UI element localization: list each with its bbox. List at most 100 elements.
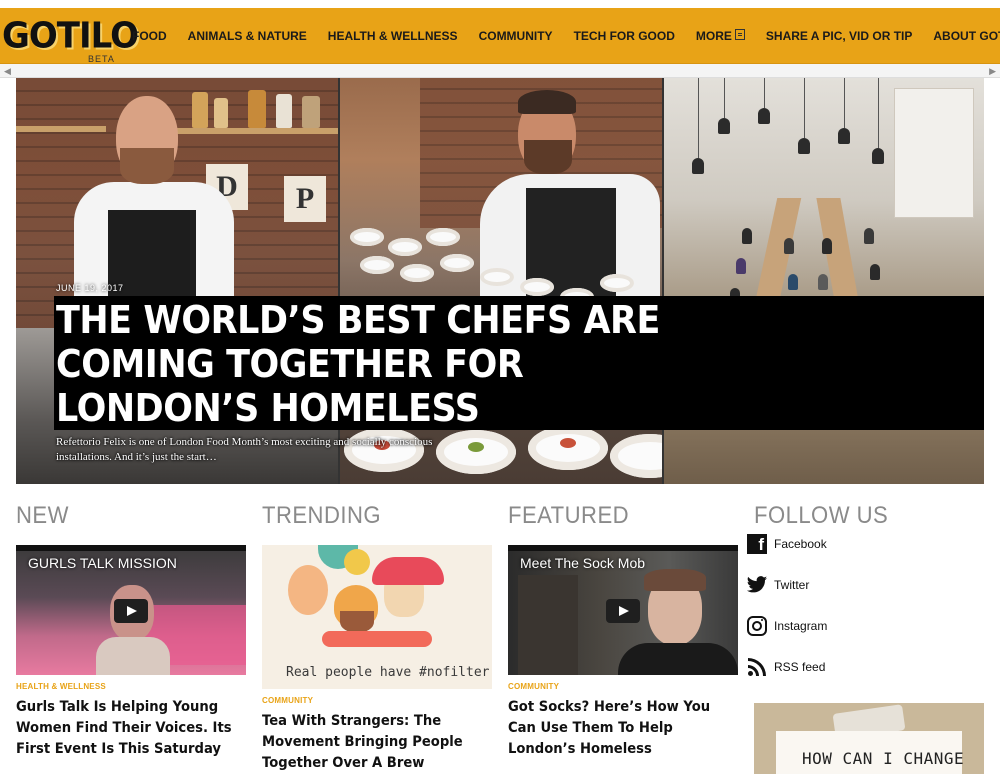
category-label[interactable]: COMMUNITY: [262, 696, 313, 705]
nav-item-about[interactable]: ABOUT GOTILO: [933, 29, 1000, 43]
jar: [302, 96, 320, 128]
hero-description: Refettorio Felix is one of London Food M…: [56, 436, 433, 463]
illustration-shape: [344, 549, 370, 575]
diner: [736, 258, 746, 274]
plate: [426, 228, 460, 246]
category-label[interactable]: COMMUNITY: [508, 682, 559, 691]
instagram-icon: [746, 615, 768, 637]
pendant-lamp: [798, 138, 810, 154]
article-headline[interactable]: Tea With Strangers: The Movement Bringin…: [262, 711, 480, 774]
lamp-cord: [764, 78, 765, 108]
plate: [600, 274, 634, 292]
plate: [480, 268, 514, 286]
video-top-bar: [508, 545, 738, 551]
illustration-beard: [340, 611, 374, 633]
twitter-icon: [746, 574, 768, 596]
letter-card: P: [284, 176, 326, 222]
plate: [528, 426, 608, 470]
pendant-lamp: [758, 108, 770, 124]
hero-title[interactable]: THE WORLD’S BEST CHEFS ARE COMING TOGETH…: [56, 298, 700, 430]
jar: [192, 92, 208, 128]
person-hair: [644, 569, 706, 591]
diner: [870, 264, 880, 280]
diner: [818, 274, 828, 290]
pendant-lamp: [872, 148, 884, 164]
person-jacket: [618, 643, 738, 675]
section-heading-trending: TRENDING: [262, 502, 381, 529]
facebook-icon: f: [746, 533, 768, 555]
plate: [520, 278, 554, 296]
follow-rss-link[interactable]: RSS feed: [746, 656, 825, 678]
follow-label: Instagram: [774, 619, 828, 633]
nav-item-community[interactable]: COMMUNITY: [479, 29, 553, 43]
nav-item-health-wellness[interactable]: HEALTH & WELLNESS: [328, 29, 458, 43]
hero-feature[interactable]: D P JUNE 19, 2017 THE WORLD’S BEST CHEFS…: [16, 78, 984, 484]
diner: [784, 238, 794, 254]
illustration-hat: [372, 557, 444, 585]
lamp-cord: [878, 78, 879, 148]
scroll-left-icon[interactable]: ◀: [4, 66, 11, 77]
plate: [350, 228, 384, 246]
logo-beta-label: BETA: [88, 54, 115, 64]
lamp-cord: [698, 78, 699, 158]
jar: [248, 90, 266, 128]
person-shoulders: [96, 637, 170, 675]
video-top-bar: [16, 545, 246, 551]
primary-nav: FOOD ANIMALS & NATURE HEALTH & WELLNESS …: [132, 8, 1000, 64]
lamp-cord: [844, 78, 845, 128]
illustration-cup: [322, 631, 432, 647]
promo-text: HOW CAN I CHANGE: [802, 749, 965, 768]
section-heading-featured: FEATURED: [508, 502, 630, 529]
street-building: [518, 575, 578, 675]
main-navbar: GOTILO BETA FOOD ANIMALS & NATURE HEALTH…: [0, 8, 1000, 64]
category-label[interactable]: HEALTH & WELLNESS: [16, 682, 106, 691]
horizontal-scrollbar[interactable]: ◀ ▶: [0, 64, 1000, 78]
promo-banner[interactable]: HOW CAN I CHANGE: [754, 703, 984, 774]
nav-item-more[interactable]: MORE: [695, 28, 745, 43]
plate: [388, 238, 422, 256]
rss-icon: [746, 656, 768, 678]
nav-item-food[interactable]: FOOD: [132, 29, 167, 43]
hero-date: JUNE 19, 2017: [56, 283, 124, 293]
follow-label: Facebook: [774, 537, 827, 551]
article-card-featured[interactable]: Meet The Sock Mob COMMUNITY Got Socks? H…: [508, 545, 738, 757]
chef-beard: [524, 140, 572, 174]
video-thumbnail[interactable]: GURLS TALK MISSION: [16, 545, 246, 675]
lamp-cord: [724, 78, 725, 118]
article-headline[interactable]: Gurls Talk Is Helping Young Women Find T…: [16, 697, 234, 760]
diner: [742, 228, 752, 244]
plate: [440, 254, 474, 272]
nav-item-share[interactable]: SHARE A PIC, VID OR TIP: [766, 29, 912, 43]
follow-facebook-link[interactable]: f Facebook: [746, 533, 827, 555]
gotilo-logo[interactable]: GOTILO BETA: [0, 14, 139, 66]
nav-item-tech-for-good[interactable]: TECH FOR GOOD: [574, 29, 675, 43]
article-headline[interactable]: Got Socks? Here’s How You Can Use Them T…: [508, 697, 726, 760]
chef-hair: [518, 90, 576, 114]
article-card-new[interactable]: GURLS TALK MISSION HEALTH & WELLNESS Gur…: [16, 545, 246, 757]
play-icon[interactable]: [606, 599, 640, 623]
follow-twitter-link[interactable]: Twitter: [746, 574, 809, 596]
scroll-right-icon[interactable]: ▶: [989, 66, 996, 77]
logo-wordmark: GOTILO: [2, 15, 139, 58]
diner: [788, 274, 798, 290]
follow-instagram-link[interactable]: Instagram: [746, 615, 827, 637]
video-title: Meet The Sock Mob: [520, 555, 646, 571]
follow-label: RSS feed: [774, 660, 826, 674]
nav-item-animals-nature[interactable]: ANIMALS & NATURE: [188, 29, 307, 43]
section-heading-follow-us: FOLLOW US: [754, 502, 889, 529]
plate: [360, 256, 394, 274]
illustration-thumbnail[interactable]: Real people have #nofilter: [262, 545, 492, 689]
video-title: GURLS TALK MISSION: [28, 555, 177, 571]
illustration-caption: Real people have #nofilter: [286, 665, 490, 680]
jar: [214, 98, 228, 128]
pendant-lamp: [838, 128, 850, 144]
article-card-trending[interactable]: Real people have #nofilter COMMUNITY Tea…: [262, 545, 492, 771]
diner: [864, 228, 874, 244]
list-icon: [734, 28, 745, 40]
window: [894, 88, 974, 218]
top-strip: [0, 0, 1000, 8]
play-icon[interactable]: [114, 599, 148, 623]
nav-item-more-label: MORE: [695, 29, 732, 43]
video-thumbnail[interactable]: Meet The Sock Mob: [508, 545, 738, 675]
jar: [276, 94, 292, 128]
